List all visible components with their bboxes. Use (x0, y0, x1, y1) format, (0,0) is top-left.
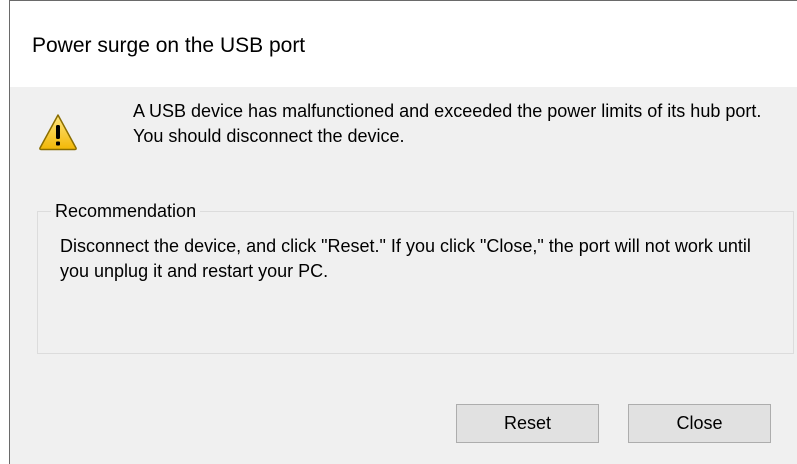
close-button[interactable]: Close (628, 404, 771, 443)
recommendation-text: Disconnect the device, and click "Reset.… (60, 236, 751, 281)
usb-power-surge-dialog: Power surge on the USB port A USB device… (9, 0, 797, 464)
dialog-message: A USB device has malfunctioned and excee… (133, 101, 762, 146)
warning-icon (39, 114, 77, 151)
dialog-title: Power surge on the USB port (32, 34, 306, 57)
recommendation-legend: Recommendation (51, 199, 201, 223)
title-bar: Power surge on the USB port (10, 1, 797, 87)
dialog-body: A USB device has malfunctioned and excee… (10, 87, 797, 464)
recommendation-group: Recommendation Disconnect the device, an… (37, 199, 794, 354)
reset-button[interactable]: Reset (456, 404, 599, 443)
